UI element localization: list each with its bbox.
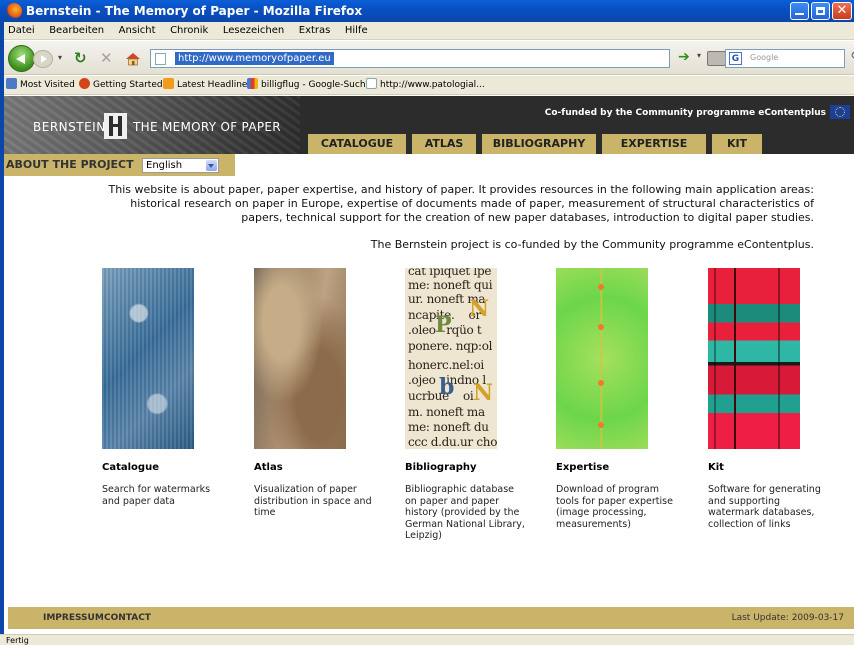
eu-flag-icon[interactable] xyxy=(830,105,850,119)
google-icon: G xyxy=(729,52,742,65)
intro-text: This website is about paper, paper exper… xyxy=(108,183,814,224)
catalogue-image[interactable] xyxy=(102,268,194,449)
maximize-button[interactable] xyxy=(811,2,830,20)
browser-window: Bernstein - The Memory of Paper - Mozill… xyxy=(0,0,854,645)
menu-hilfe[interactable]: Hilfe xyxy=(339,22,373,40)
tab-bibliography[interactable]: BIBLIOGRAPHY xyxy=(482,134,596,154)
card-kit: Kit Software for generating and supporti… xyxy=(708,268,828,530)
menu-bar: Datei Bearbeiten Ansicht Chronik Lesezei… xyxy=(0,22,854,40)
menu-extras[interactable]: Extras xyxy=(293,22,336,40)
window-title: Bernstein - The Memory of Paper - Mozill… xyxy=(26,4,363,18)
firefox-icon xyxy=(6,3,22,19)
search-box[interactable]: G Google ⚲ xyxy=(725,49,854,68)
tab-catalogue[interactable]: CATALOGUE xyxy=(308,134,406,154)
status-text: Fertig xyxy=(6,636,29,645)
site-footer: IMPRESSUM CONTACT Last Update: 2009-03-1… xyxy=(8,607,854,629)
language-select[interactable]: English xyxy=(142,158,219,173)
navigation-toolbar: ▾ ↻ ✕ http://www.memoryofpaper.eu ➔ ▾ G … xyxy=(0,41,854,75)
card-title[interactable]: Catalogue xyxy=(102,462,222,473)
bookmark-getting-started[interactable]: Getting Started xyxy=(79,76,163,95)
card-description: Bibliographic database on paper and pape… xyxy=(405,484,525,541)
back-button[interactable] xyxy=(8,45,35,72)
bookmark-latest-headlines[interactable]: Latest Headlines xyxy=(163,76,252,95)
card-description: Download of program tools for paper expe… xyxy=(556,484,673,530)
card-title[interactable]: Expertise xyxy=(556,462,676,473)
most-visited-icon xyxy=(6,78,17,89)
card-description: Search for watermarks and paper data xyxy=(102,484,211,507)
language-value: English xyxy=(146,160,183,171)
card-title[interactable]: Kit xyxy=(708,462,828,473)
about-bar: ABOUT THE PROJECT English xyxy=(0,154,235,176)
brand-memory-of-paper[interactable]: THE MEMORY OF PAPER xyxy=(133,120,281,134)
firefox-icon xyxy=(79,78,90,89)
site-header: BERNSTEIN THE MEMORY OF PAPER Co-funded … xyxy=(0,96,854,154)
menu-bearbeiten[interactable]: Bearbeiten xyxy=(43,22,109,40)
bibliography-image[interactable]: cat ipiquet lpe me: noneft qui ur. nonef… xyxy=(405,268,497,449)
search-icon[interactable]: ⚲ xyxy=(850,50,854,65)
stop-icon[interactable]: ✕ xyxy=(100,50,113,66)
page-icon xyxy=(155,53,166,65)
about-project-link[interactable]: ABOUT THE PROJECT xyxy=(6,154,134,176)
status-bar: Fertig xyxy=(0,634,854,645)
menu-ansicht[interactable]: Ansicht xyxy=(113,22,161,40)
print-icon[interactable] xyxy=(707,51,726,66)
search-placeholder: Google xyxy=(750,53,779,62)
home-icon[interactable] xyxy=(125,51,141,67)
rss-icon xyxy=(163,78,174,89)
brand-bernstein[interactable]: BERNSTEIN xyxy=(33,120,106,134)
window-border xyxy=(0,22,4,634)
minimize-button[interactable] xyxy=(790,2,809,20)
impressum-link[interactable]: IMPRESSUM xyxy=(43,607,104,629)
card-title[interactable]: Atlas xyxy=(254,462,374,473)
card-catalogue: Catalogue Search for watermarks and pape… xyxy=(102,268,222,507)
google-icon xyxy=(247,78,258,89)
forward-button[interactable] xyxy=(33,50,53,68)
cofunded-note: Co-funded by the Community programme eCo… xyxy=(544,108,826,118)
bookmark-patologial[interactable]: http://www.patologial... xyxy=(366,76,485,95)
bernstein-logo-icon[interactable] xyxy=(104,113,127,139)
history-dropdown-icon[interactable]: ▾ xyxy=(58,53,62,62)
bookmark-most-visited[interactable]: Most Visited xyxy=(6,76,75,95)
bookmarks-toolbar: Most Visited Getting Started Latest Head… xyxy=(0,76,854,95)
page-icon xyxy=(366,78,377,89)
tab-atlas[interactable]: ATLAS xyxy=(412,134,476,154)
card-description: Software for generating and supporting w… xyxy=(708,484,821,530)
reload-icon[interactable]: ↻ xyxy=(74,50,87,66)
bookmark-billigflug[interactable]: billigflug - Google-Suche xyxy=(247,76,371,95)
card-expertise: Expertise Download of program tools for … xyxy=(556,268,676,530)
expertise-image[interactable] xyxy=(556,268,648,449)
menu-chronik[interactable]: Chronik xyxy=(164,22,213,40)
cofund-statement: The Bernstein project is co-funded by th… xyxy=(370,238,814,251)
contact-link[interactable]: CONTACT xyxy=(104,607,151,629)
menu-lesezeichen[interactable]: Lesezeichen xyxy=(217,22,289,40)
card-atlas: Atlas Visualization of paper distributio… xyxy=(254,268,374,519)
tab-kit[interactable]: KIT xyxy=(712,134,762,154)
url-dropdown-icon[interactable]: ▾ xyxy=(697,51,701,60)
card-title[interactable]: Bibliography xyxy=(405,462,525,473)
window-titlebar: Bernstein - The Memory of Paper - Mozill… xyxy=(0,0,854,22)
card-bibliography: cat ipiquet lpe me: noneft qui ur. nonef… xyxy=(405,268,525,542)
chevron-down-icon[interactable] xyxy=(206,160,217,171)
tab-expertise[interactable]: EXPERTISE xyxy=(602,134,706,154)
menu-datei[interactable]: Datei xyxy=(0,22,40,40)
url-text[interactable]: http://www.memoryofpaper.eu xyxy=(175,52,334,65)
close-button[interactable]: ✕ xyxy=(832,2,852,20)
url-bar[interactable]: http://www.memoryofpaper.eu xyxy=(150,49,670,68)
last-update: Last Update: 2009-03-17 xyxy=(731,613,844,623)
kit-image[interactable] xyxy=(708,268,800,449)
go-arrow-icon[interactable]: ➔ xyxy=(678,49,690,65)
atlas-image[interactable] xyxy=(254,268,346,449)
card-description: Visualization of paper distribution in s… xyxy=(254,484,372,518)
